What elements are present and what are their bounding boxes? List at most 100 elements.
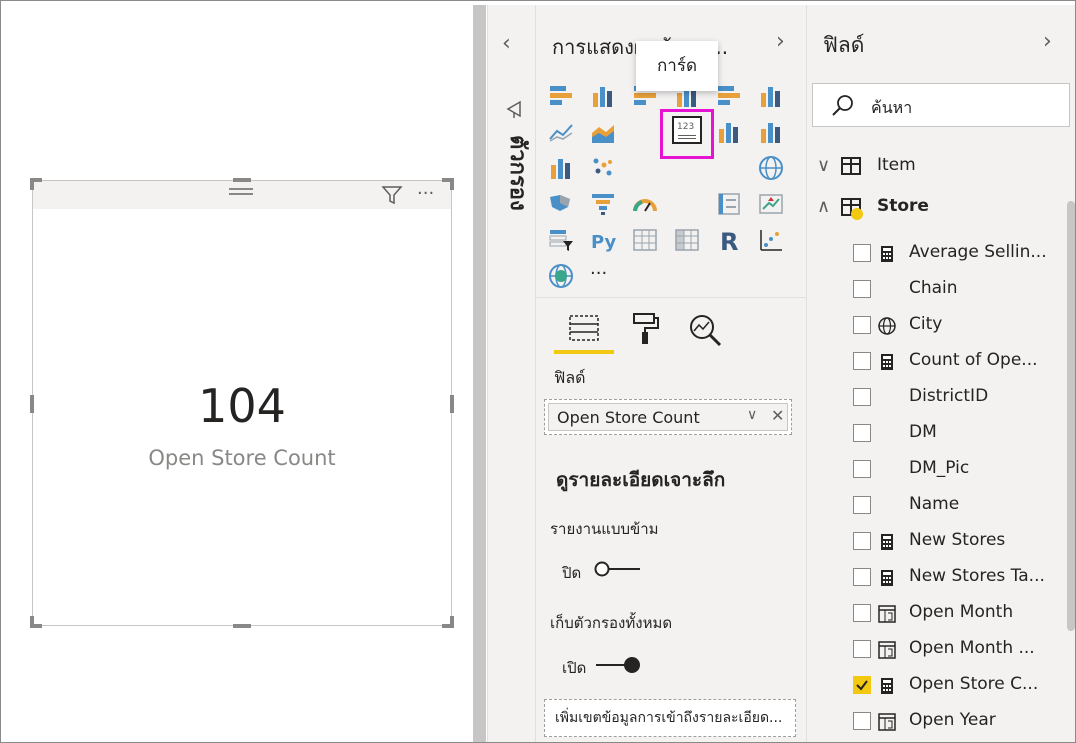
drillthrough-fields-well[interactable]: เพิ่มเขตข้อมูลการเข้าถึงรายละเอียด... [544,699,796,737]
100-percent-bar-chart-icon[interactable] [716,83,742,109]
resize-handle-right[interactable] [450,395,454,413]
keep-all-filters-toggle[interactable] [594,656,642,674]
field-checkbox[interactable] [853,532,871,550]
field-checkbox[interactable] [853,280,871,298]
waterfall-chart-icon[interactable] [548,155,574,181]
stacked-bar-chart-icon[interactable] [548,83,574,109]
table-item[interactable]: ∨ Item [817,153,1057,183]
r-visual-icon[interactable]: R [716,227,742,256]
table-store[interactable]: ∧ Store [817,194,1057,224]
key-influencers-icon[interactable] [758,227,784,253]
chevron-down-icon[interactable]: ∨ [817,155,830,176]
card-visual[interactable]: ··· 104 Open Store Count [30,178,454,628]
filter-icon[interactable] [381,184,403,206]
field-name: Open Month ... [909,638,1035,658]
resize-handle-bottom-right[interactable] [442,616,454,628]
field-pill-label: Open Store Count [557,408,700,427]
filled-map-icon[interactable] [548,191,574,217]
funnel-chart-icon[interactable] [590,191,616,217]
kpi-icon[interactable] [758,191,784,217]
field-row[interactable]: Count of Ope... [853,347,1063,377]
field-row[interactable]: Average Sellin... [853,239,1063,269]
field-checkbox[interactable] [853,460,871,478]
matrix-icon[interactable] [674,227,700,253]
card-visual-icon[interactable]: 123 [672,116,702,144]
scatter-chart-icon[interactable] [590,155,616,181]
cross-report-toggle[interactable] [594,561,642,577]
date-hierarchy-icon [877,640,897,660]
checkmark-icon [856,680,868,691]
line-clustered-column-chart-icon[interactable] [716,119,742,145]
field-checkbox[interactable] [853,352,871,370]
resize-handle-top-left[interactable] [30,178,42,190]
stacked-area-chart-icon[interactable] [632,119,658,145]
field-checkbox[interactable] [853,424,871,442]
field-checkbox[interactable] [853,388,871,406]
area-chart-icon[interactable] [590,119,616,145]
resize-handle-top-right[interactable] [442,178,454,190]
analytics-magnifier-icon[interactable] [688,313,724,347]
arcgis-map-icon[interactable] [548,263,574,289]
report-canvas[interactable]: ··· 104 Open Store Count [2,5,472,742]
line-chart-icon[interactable] [548,119,574,145]
filters-pane-collapsed[interactable]: ‹ ตัวกรอง [487,5,535,742]
collapse-visualizations-chevron-icon[interactable]: › [776,29,785,54]
format-paint-roller-icon[interactable] [630,311,660,347]
drag-grip-icon-line[interactable] [229,193,253,195]
slicer-icon[interactable] [548,227,574,253]
multi-row-card-icon[interactable] [716,191,742,217]
canvas-scrollbar[interactable] [473,5,486,742]
remove-field-icon[interactable]: ✕ [771,406,784,425]
resize-handle-left[interactable] [30,395,34,413]
field-row[interactable]: Open Year [853,707,1063,737]
field-checkbox[interactable] [853,568,871,586]
map-icon[interactable] [758,155,784,181]
field-row[interactable]: New Stores Ta... [853,563,1063,593]
gauge-icon[interactable] [632,191,658,217]
resize-handle-top[interactable] [233,178,251,182]
field-row[interactable]: DistrictID [853,383,1063,413]
field-row[interactable]: Name [853,491,1063,521]
search-field[interactable]: ค้นหา [812,83,1070,127]
ribbon-chart-icon[interactable] [758,119,784,145]
treemap-icon[interactable] [716,155,742,181]
search-placeholder: ค้นหา [871,98,913,117]
chevron-down-icon[interactable]: ∨ [747,407,757,423]
field-checkbox[interactable] [853,316,871,334]
field-row[interactable]: Open Month [853,599,1063,629]
more-options-icon[interactable]: ··· [417,183,434,204]
resize-handle-bottom[interactable] [233,624,251,628]
field-checkbox[interactable] [853,604,871,622]
field-name: Name [909,494,960,514]
drag-grip-icon[interactable] [229,188,253,190]
field-row[interactable]: New Stores [853,527,1063,557]
field-pill[interactable]: Open Store Count ∨ ✕ [548,403,788,431]
collapse-fields-chevron-icon[interactable]: › [1043,29,1052,54]
chevron-up-icon[interactable]: ∧ [817,196,830,217]
pie-chart-icon[interactable] [632,155,658,181]
field-row[interactable]: DM_Pic [853,455,1063,485]
python-visual-icon[interactable]: Py [590,227,617,253]
field-row[interactable]: Chain [853,275,1063,305]
fields-scrollbar[interactable] [1067,201,1075,631]
field-row[interactable]: City [853,311,1063,341]
field-checkbox[interactable] [853,496,871,514]
resize-handle-bottom-left[interactable] [30,616,42,628]
table-icon[interactable] [632,227,658,253]
field-row[interactable]: Open Month ... [853,635,1063,665]
fields-well[interactable]: Open Store Count ∨ ✕ [544,399,792,435]
more-visuals-icon[interactable]: ··· [590,263,616,289]
expand-filters-chevron-icon[interactable]: ‹ [502,31,511,56]
field-checkbox[interactable] [853,640,871,658]
stacked-column-chart-icon[interactable] [590,83,616,109]
field-row[interactable]: Open Store C... [853,671,1063,701]
card-icon-glyph: 123 [677,122,695,132]
field-checkbox[interactable] [853,676,871,694]
card-slot-icon[interactable] [674,191,700,217]
table-icon [841,157,861,175]
field-row[interactable]: DM [853,419,1063,449]
field-checkbox[interactable] [853,712,871,730]
fields-tab-icon[interactable] [568,313,600,343]
field-checkbox[interactable] [853,244,871,262]
100-percent-column-chart-icon[interactable] [758,83,784,109]
